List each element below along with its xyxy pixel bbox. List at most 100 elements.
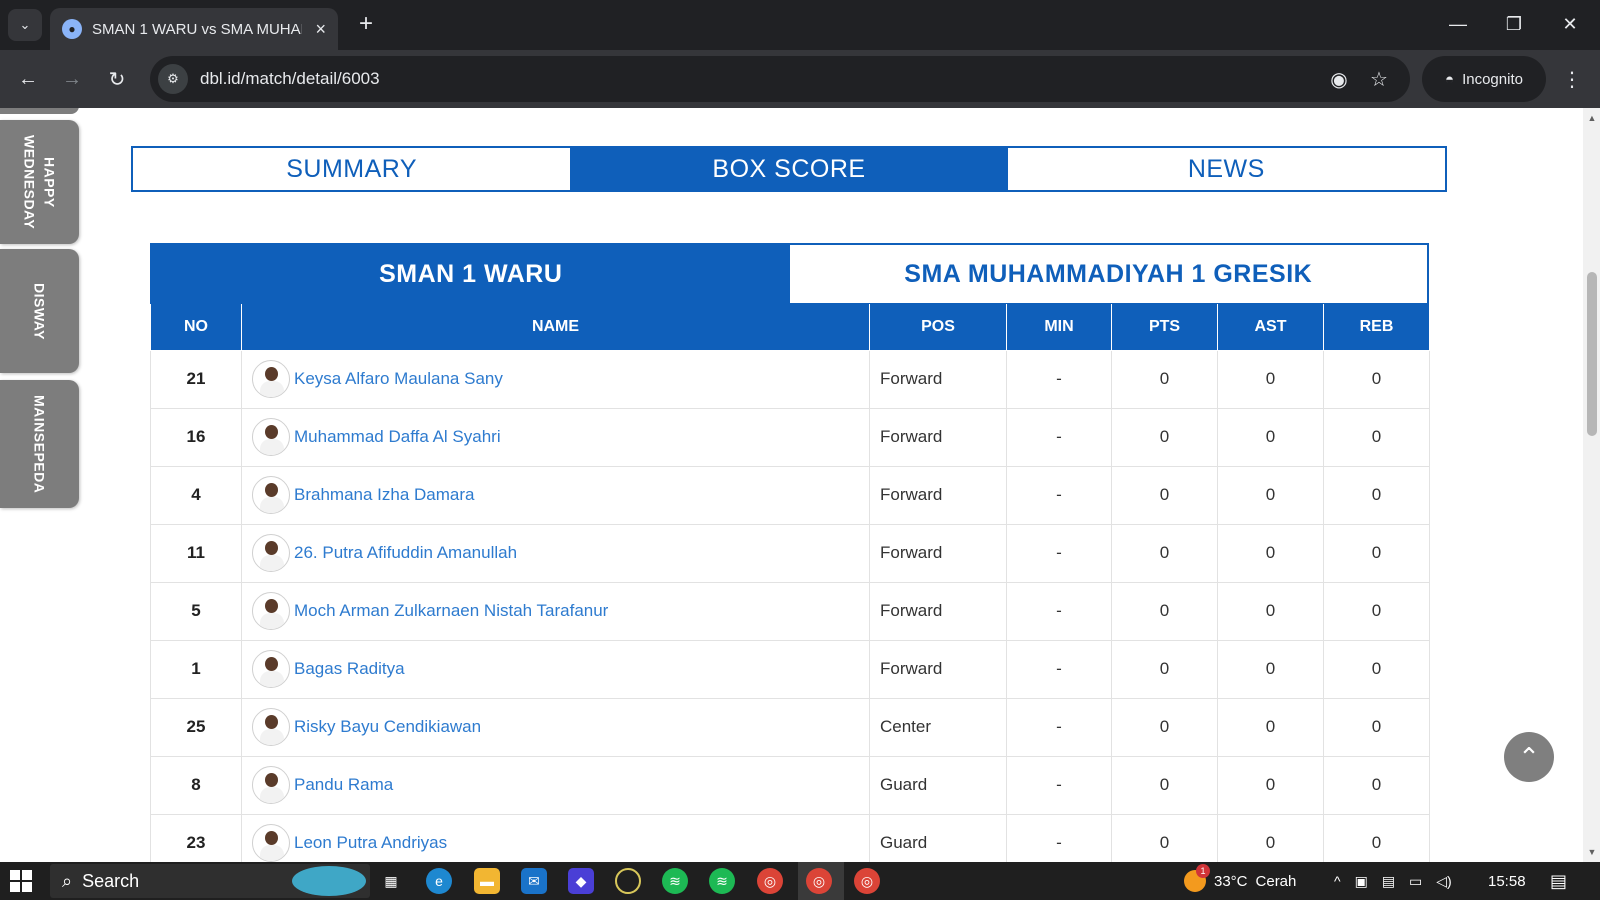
battery-icon[interactable]: ▭	[1409, 873, 1422, 890]
chevron-up-tray-icon[interactable]: ^	[1334, 873, 1341, 889]
player-name-wrap: Brahmana Izha Damara	[252, 476, 869, 514]
chrome-profile-icon[interactable]: ◎	[854, 868, 880, 894]
player-name-link[interactable]: Moch Arman Zulkarnaen Nistah Tarafanur	[294, 601, 608, 621]
weather-widget[interactable]: 1 33°C Cerah	[1184, 862, 1296, 900]
close-window-button[interactable]: ✕	[1550, 8, 1590, 40]
player-avatar[interactable]	[252, 360, 290, 398]
chrome-incognito-icon[interactable]: ◎	[806, 868, 832, 894]
player-rebounds: 0	[1323, 581, 1430, 641]
windows-start-icon[interactable]	[10, 870, 34, 892]
eye-off-icon[interactable]: ◉	[1324, 64, 1354, 94]
page-scrollbar[interactable]: ▲ ▼	[1583, 108, 1600, 862]
player-number: 11	[150, 523, 242, 583]
clock[interactable]: 15:58	[1488, 862, 1526, 900]
volume-icon[interactable]: ◁)	[1436, 873, 1451, 890]
tab-team-home[interactable]: SMAN 1 WARU	[152, 245, 790, 303]
player-avatar[interactable]	[252, 476, 290, 514]
player-number: 8	[150, 755, 242, 815]
player-avatar[interactable]	[252, 534, 290, 572]
table-row: 25 Risky Bayu Cendikiawan Center -0 0 0	[150, 697, 1430, 757]
reload-icon[interactable]: ↻	[101, 63, 133, 95]
browser-tab[interactable]: ● SMAN 1 WARU vs SMA MUHAMMADIYAH 1 GRES…	[50, 8, 338, 50]
player-name-link[interactable]: Brahmana Izha Damara	[294, 485, 474, 505]
tab-close-icon[interactable]: ×	[315, 19, 326, 40]
player-name-link[interactable]: 26. Putra Afifuddin Amanullah	[294, 543, 517, 563]
player-name-link[interactable]: Keysa Alfaro Maulana Sany	[294, 369, 503, 389]
player-name-link[interactable]: Leon Putra Andriyas	[294, 833, 447, 853]
player-rebounds: 0	[1323, 465, 1430, 525]
more-menu-icon[interactable]: ⋮	[1560, 63, 1584, 95]
player-points: 0	[1111, 407, 1218, 467]
spotify-icon-2[interactable]: ≋	[709, 868, 735, 894]
player-name-link[interactable]: Risky Bayu Cendikiawan	[294, 717, 481, 737]
minimize-button[interactable]: —	[1438, 8, 1478, 40]
back-to-top-button[interactable]: ⌃	[1504, 732, 1554, 782]
file-explorer-icon[interactable]: ▬	[474, 868, 500, 894]
player-position: Guard	[869, 813, 1007, 862]
side-tab-disway[interactable]: DISWAY	[0, 249, 79, 373]
restore-button[interactable]: ❐	[1494, 8, 1534, 40]
new-tab-button[interactable]: +	[352, 10, 380, 38]
player-rebounds: 0	[1323, 349, 1430, 409]
globe-icon: ●	[62, 19, 82, 39]
forward-arrow-icon[interactable]: →	[56, 63, 88, 95]
scroll-up-icon[interactable]: ▲	[1586, 112, 1598, 124]
player-avatar[interactable]	[252, 708, 290, 746]
edge-icon[interactable]: e	[426, 868, 452, 894]
back-arrow-icon[interactable]: ←	[12, 63, 44, 95]
player-name-link[interactable]: Pandu Rama	[294, 775, 393, 795]
player-rebounds: 0	[1323, 523, 1430, 583]
incognito-badge[interactable]: ◓ Incognito	[1422, 56, 1546, 102]
spotify-icon[interactable]: ≋	[662, 868, 688, 894]
side-tab-mainsepeda[interactable]: MAINSEPEDA	[0, 380, 79, 508]
url-text[interactable]: dbl.id/match/detail/6003	[200, 69, 380, 89]
tab-summary[interactable]: SUMMARY	[133, 148, 570, 190]
player-avatar[interactable]	[252, 766, 290, 804]
network-icon[interactable]: ▤	[1382, 873, 1395, 890]
player-name-link[interactable]: Muhammad Daffa Al Syahri	[294, 427, 501, 447]
visual-studio-icon[interactable]: ◆	[568, 868, 594, 894]
player-position: Guard	[869, 755, 1007, 815]
player-number: 23	[150, 813, 242, 862]
player-name-wrap: Muhammad Daffa Al Syahri	[252, 418, 869, 456]
player-name-cell: Risky Bayu Cendikiawan	[241, 697, 870, 757]
star-icon[interactable]: ☆	[1364, 64, 1394, 94]
player-minutes: -	[1006, 523, 1112, 583]
task-view-icon[interactable]: ▦	[378, 868, 404, 894]
player-avatar[interactable]	[252, 824, 290, 862]
app-circle-icon[interactable]	[615, 868, 641, 894]
search-icon: ⌕	[62, 870, 73, 891]
match-tabs: SUMMARY BOX SCORE NEWS	[131, 146, 1447, 192]
player-position: Center	[869, 697, 1007, 757]
side-tab-happy-wednesday[interactable]: HAPPY WEDNESDAY	[0, 120, 79, 244]
mail-icon[interactable]: ✉	[521, 868, 547, 894]
search-highlight-image	[292, 866, 366, 896]
player-avatar[interactable]	[252, 592, 290, 630]
side-tab-partial[interactable]	[0, 108, 79, 114]
scroll-thumb[interactable]	[1587, 272, 1597, 436]
tab-box-score[interactable]: BOX SCORE	[570, 148, 1008, 190]
player-avatar[interactable]	[252, 418, 290, 456]
meet-icon[interactable]: ▣	[1355, 873, 1368, 890]
scroll-down-icon[interactable]: ▼	[1586, 846, 1598, 858]
player-assists: 0	[1217, 755, 1324, 815]
tab-news[interactable]: NEWS	[1008, 148, 1445, 190]
site-info-icon[interactable]: ⚙	[158, 64, 188, 94]
address-bar[interactable]: ⚙ dbl.id/match/detail/6003 ◉ ☆	[150, 56, 1410, 102]
tab-team-away[interactable]: SMA MUHAMMADIYAH 1 GRESIK	[790, 245, 1428, 303]
tab-search-button[interactable]: ⌄	[8, 9, 42, 41]
player-avatar[interactable]	[252, 650, 290, 688]
side-tab-label: HAPPY WEDNESDAY	[21, 134, 58, 230]
incognito-label: Incognito	[1462, 70, 1523, 88]
chrome-icon[interactable]: ◎	[757, 868, 783, 894]
player-number: 1	[150, 639, 242, 699]
player-assists: 0	[1217, 349, 1324, 409]
player-name-cell: 26. Putra Afifuddin Amanullah	[241, 523, 870, 583]
notification-icon[interactable]: ▤	[1550, 862, 1567, 900]
header-no: NO	[150, 304, 242, 351]
table-row: 1 Bagas Raditya Forward -0 0 0	[150, 639, 1430, 699]
player-assists: 0	[1217, 813, 1324, 862]
player-name-cell: Bagas Raditya	[241, 639, 870, 699]
player-name-link[interactable]: Bagas Raditya	[294, 659, 405, 679]
player-assists: 0	[1217, 581, 1324, 641]
